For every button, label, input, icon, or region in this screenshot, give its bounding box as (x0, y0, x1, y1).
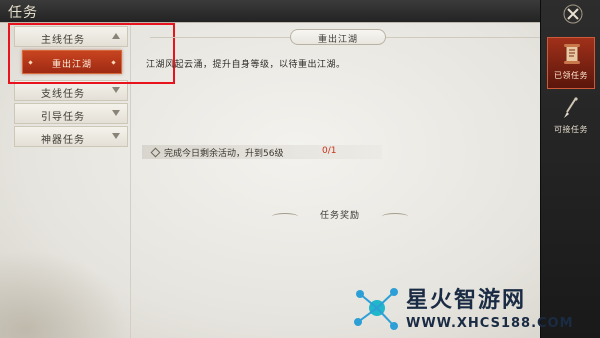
tab-label: 可接任务 (554, 125, 588, 134)
quest-screen: 任务 主线任务 重出江湖 支线任务 引导任务 神器任务 重出江湖 江湖风起云涌，… (0, 0, 600, 338)
objective-progress: 0/1 (322, 146, 337, 156)
tab-label: 已领任务 (554, 71, 588, 80)
highlight-box (8, 23, 175, 84)
chevron-down-icon (112, 87, 120, 93)
quest-objective-row: 完成今日剩余活动，升到56级 0/1 (142, 145, 382, 159)
close-button[interactable] (560, 3, 586, 25)
tab-accepted-quests[interactable]: 已领任务 (547, 37, 595, 89)
watermark: 星火智游网 WWW.XHCS188.COM (350, 278, 600, 338)
reward-header: 任务奖励 (272, 206, 408, 222)
tab-available-quests[interactable]: 可接任务 (547, 92, 595, 144)
network-logo-icon (354, 288, 398, 330)
category-label: 神器任务 (41, 135, 85, 146)
window-title: 任务 (8, 5, 38, 21)
quest-title-plaque: 重出江湖 (290, 29, 386, 45)
category-label: 支线任务 (41, 89, 85, 100)
chevron-down-icon (112, 133, 120, 139)
category-guide-quest[interactable]: 引导任务 (14, 103, 128, 124)
category-label: 引导任务 (41, 112, 85, 123)
brush-icon (564, 97, 578, 118)
watermark-text: 星火智游网 (406, 288, 527, 313)
chevron-down-icon (112, 110, 120, 116)
title-bar: 任务 (0, 0, 600, 23)
diamond-bullet-icon (150, 147, 161, 158)
watermark-url: WWW.XHCS188.COM (406, 316, 574, 331)
close-icon (563, 4, 583, 24)
scroll-icon (564, 44, 580, 64)
quest-title: 重出江湖 (317, 35, 358, 45)
swirl-ornament-icon (382, 213, 408, 220)
category-artifact-quest[interactable]: 神器任务 (14, 126, 128, 147)
quest-description: 江湖风起云涌，提升自身等级，以待重出江湖。 (146, 60, 346, 70)
objective-text: 完成今日剩余活动，升到56级 (164, 149, 284, 159)
ink-wash-decoration (0, 250, 130, 338)
